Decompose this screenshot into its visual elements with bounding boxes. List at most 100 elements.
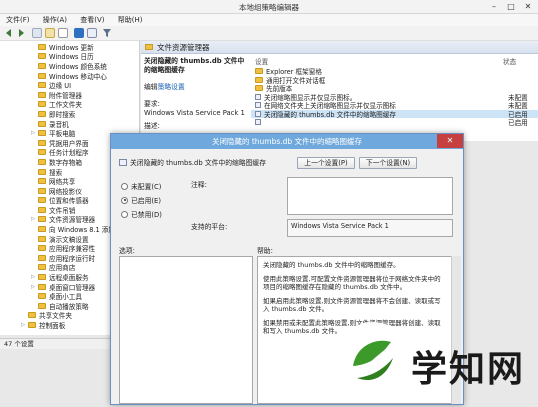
folder-icon [38, 197, 46, 204]
folder-icon [38, 254, 46, 261]
help-icon[interactable] [74, 28, 84, 38]
tree-item[interactable]: 工作文件夹 [0, 100, 139, 109]
requirement-label: 要求: [144, 100, 160, 108]
folder-icon [38, 130, 46, 137]
tree-item[interactable]: Windows 日历 [0, 52, 139, 62]
dialog-titlebar: 关闭隐藏的 thumbs.db 文件中的缩略图缓存 ✕ [111, 134, 463, 149]
folder-icon [255, 68, 263, 75]
back-icon[interactable] [4, 28, 14, 38]
maximize-button[interactable]: □ [503, 0, 519, 13]
tree-item[interactable]: Windows 移动中心 [0, 71, 139, 81]
dialog-title: 关闭隐藏的 thumbs.db 文件中的缩略图缓存 [211, 137, 363, 146]
tree-item[interactable]: 附件管理器 [0, 90, 139, 100]
column-state[interactable]: 状态 [503, 56, 516, 66]
expander-icon[interactable]: ▷ [30, 284, 36, 290]
tree-item-label: 应用程序运行时 [49, 254, 96, 263]
tree-item-label: 任务计划程序 [49, 149, 89, 158]
folder-icon [38, 62, 46, 69]
tree-item-label: 数字存物箱 [49, 158, 82, 167]
close-window-button[interactable]: ✕ [520, 0, 536, 13]
folder-icon [38, 293, 46, 300]
tree-item-label: 网络共享 [49, 178, 76, 187]
folder-icon [38, 72, 46, 79]
folder-icon [28, 312, 36, 319]
forward-icon[interactable] [16, 28, 26, 38]
folder-icon [38, 274, 46, 281]
tree-item-label: Windows 移动中心 [49, 72, 107, 81]
detail-title: 关闭隐藏的 thumbs.db 文件中的缩略图缓存 [144, 57, 245, 74]
radio-not-configured[interactable]: 未配置(C) [121, 181, 161, 191]
folder-icon [145, 44, 153, 50]
folder-icon [38, 120, 46, 127]
next-setting-button[interactable]: 下一个设置(N) [359, 157, 417, 169]
menu-view[interactable]: 查看(V) [74, 14, 109, 25]
tree-item-label: 文件吊销 [49, 206, 76, 215]
expander-icon[interactable]: ▷ [20, 322, 26, 328]
expander-icon[interactable]: ▷ [30, 130, 36, 136]
folder-icon [38, 91, 46, 98]
tree-item-label: 录音机 [49, 120, 69, 129]
folder-icon [38, 226, 46, 233]
tree-item[interactable]: Windows 更新 [0, 42, 139, 52]
radio-enabled[interactable]: 已启用(E) [121, 195, 161, 205]
properties-icon[interactable] [87, 28, 97, 38]
export-list-icon[interactable] [58, 28, 68, 38]
tree-item[interactable]: 边缘 UI [0, 80, 139, 90]
show-tree-icon[interactable] [32, 28, 42, 38]
watermark-logo: 学知网 [327, 318, 538, 405]
column-setting[interactable]: 设置 [255, 56, 268, 66]
tree-item[interactable]: 录音机 [0, 119, 139, 129]
tree-item[interactable]: Windows 颜色系统 [0, 61, 139, 71]
radio-disabled[interactable]: 已禁用(D) [121, 209, 162, 219]
expander-icon[interactable]: ▷ [30, 274, 36, 280]
setting-row[interactable]: 已启用 [251, 118, 538, 127]
help-text-1: 关闭隐藏的 thumbs.db 文件中的缩略图缓存。 [263, 261, 400, 269]
tree-item-label: Windows 日历 [49, 53, 94, 62]
comment-label: 注释: [191, 181, 207, 189]
window-title: 本地组策略编辑器 [239, 3, 299, 12]
tree-item-label: 附件管理器 [49, 91, 82, 100]
folder-icon [38, 43, 46, 50]
setting-detail: 关闭隐藏的 thumbs.db 文件中的缩略图缓存 编辑策略设置 要求: Win… [141, 55, 249, 141]
tree-item-label: 远程桌面服务 [49, 274, 89, 283]
menu-action[interactable]: 操作(A) [37, 14, 72, 25]
tree-item-label: 桌面小工具 [49, 293, 82, 302]
folder-view-icon[interactable] [45, 28, 55, 38]
folder-icon [255, 76, 263, 83]
radio-enabled-dot[interactable] [121, 196, 128, 204]
edit-prefix: 编辑 [144, 83, 158, 91]
dialog-subtitle-row: 关闭隐藏的 thumbs.db 文件中的缩略图缓存 [119, 157, 266, 167]
comment-textbox[interactable] [287, 177, 453, 215]
filter-icon[interactable] [102, 28, 112, 38]
dialog-close-button[interactable]: ✕ [437, 134, 463, 148]
folder-icon [38, 139, 46, 146]
radio-disabled-dot[interactable] [121, 210, 128, 218]
minimize-button[interactable]: – [486, 0, 502, 13]
title-bar: 本地组策略编辑器 – □ ✕ [0, 0, 538, 14]
radio-not-configured-dot[interactable] [121, 182, 128, 190]
expander-icon[interactable]: ▷ [30, 216, 36, 222]
tree-item-label: 应用程序兼容性 [49, 245, 96, 254]
tree-item-label: 搜索 [49, 168, 63, 177]
tree-item-label: 应用商店 [49, 264, 76, 273]
right-pane: 文件资源管理器 关闭隐藏的 thumbs.db 文件中的缩略图缓存 编辑策略设置… [141, 41, 538, 141]
edit-policy-link[interactable]: 策略设置 [158, 83, 185, 91]
tree-item-label: 即时搜索 [49, 110, 76, 119]
dialog-subtitle: 关闭隐藏的 thumbs.db 文件中的缩略图缓存 [130, 159, 267, 167]
tree-item-label: 边缘 UI [49, 82, 72, 91]
folder-icon [38, 101, 46, 108]
tree-item[interactable]: 即时搜索 [0, 109, 139, 119]
folder-icon [38, 149, 46, 156]
folder-icon [38, 110, 46, 117]
menu-file[interactable]: 文件(F) [0, 14, 35, 25]
tree-item-label: 文件资源管理器 [49, 216, 96, 225]
folder-icon [38, 168, 46, 175]
menu-help[interactable]: 帮助(H) [112, 14, 148, 25]
help-text-2: 使用此策略设置,可配置文件资源管理器将位于网络文件夹中的项目的缩略图缓存在隐藏的… [263, 274, 441, 292]
setting-row[interactable]: 关闭隐藏的 thumbs.db 文件中的缩略图缓存 已启用 [251, 109, 538, 119]
folder-icon [38, 178, 46, 185]
prev-setting-button[interactable]: 上一个设置(P) [297, 157, 355, 169]
folder-icon [38, 53, 46, 60]
folder-icon [38, 264, 46, 271]
radio-disabled-label: 已禁用(D) [131, 211, 162, 219]
